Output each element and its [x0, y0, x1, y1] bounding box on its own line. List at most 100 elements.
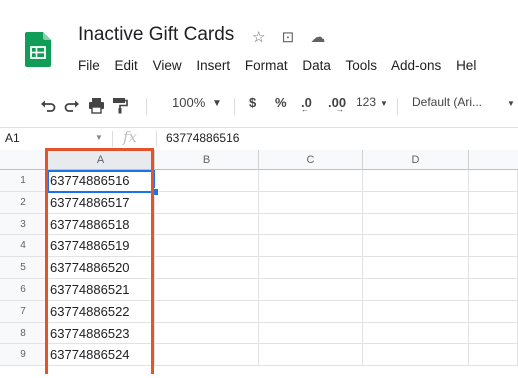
arrow-right-icon: → — [336, 105, 344, 114]
table-cell[interactable] — [363, 300, 469, 323]
table-cell[interactable] — [363, 279, 469, 301]
table-cell[interactable]: 63774886519 — [47, 235, 155, 258]
table-cell[interactable]: 63774886524 — [47, 344, 155, 367]
table-cell[interactable] — [259, 322, 363, 345]
table-cell[interactable]: 63774886520 — [47, 257, 155, 279]
name-box[interactable]: A1 — [5, 131, 20, 145]
star-icon[interactable]: ☆ — [252, 29, 265, 46]
print-icon[interactable] — [88, 97, 105, 114]
table-cell[interactable] — [155, 322, 259, 345]
cloud-status-icon[interactable]: ☁ — [310, 29, 325, 46]
table-cell[interactable] — [155, 279, 259, 301]
menu-view[interactable]: View — [153, 58, 182, 73]
row-header[interactable]: 4 — [0, 235, 47, 258]
active-cell-selection — [47, 170, 155, 193]
move-to-folder-icon[interactable]: ⊡ — [282, 29, 295, 46]
number-format-select[interactable]: 123 — [356, 95, 376, 109]
table-cell[interactable] — [155, 170, 259, 192]
table-cell[interactable] — [259, 279, 363, 301]
column-header-e[interactable] — [469, 150, 518, 170]
table-cell[interactable]: 63774886523 — [47, 322, 155, 345]
table-cell[interactable] — [259, 300, 363, 323]
chevron-down-icon[interactable]: ▼ — [95, 133, 103, 142]
table-cell[interactable] — [469, 279, 518, 301]
toolbar-divider — [146, 98, 147, 115]
spreadsheet-grid: A B C D 1 63774886516 2 63774886517 3 6377488… — [0, 150, 518, 378]
table-cell[interactable]: 63774886522 — [47, 300, 155, 323]
table-cell[interactable] — [155, 344, 259, 367]
table-cell[interactable]: 63774886521 — [47, 279, 155, 301]
table-cell[interactable] — [155, 257, 259, 279]
menu-format[interactable]: Format — [245, 58, 288, 73]
menu-edit[interactable]: Edit — [115, 58, 138, 73]
table-cell[interactable] — [469, 344, 518, 367]
row-header[interactable]: 2 — [0, 191, 47, 214]
table-cell[interactable] — [363, 235, 469, 258]
paint-format-icon[interactable] — [112, 97, 128, 114]
arrow-left-icon: ← — [301, 105, 309, 114]
table-cell[interactable] — [259, 191, 363, 214]
fx-icon: fx — [123, 128, 138, 146]
table-cell[interactable]: 63774886517 — [47, 191, 155, 214]
redo-icon[interactable] — [64, 98, 80, 114]
table-cell[interactable] — [155, 300, 259, 323]
table-cell[interactable] — [469, 235, 518, 258]
menu-help[interactable]: Hel — [456, 58, 476, 73]
row-header[interactable]: 9 — [0, 344, 47, 367]
column-header-a[interactable]: A — [47, 150, 155, 170]
table-cell[interactable] — [469, 300, 518, 323]
table-cell[interactable] — [259, 257, 363, 279]
toolbar-divider — [234, 98, 235, 115]
menu-tools[interactable]: Tools — [345, 58, 377, 73]
divider — [156, 131, 157, 147]
table-cell[interactable] — [155, 213, 259, 236]
font-family-select[interactable]: Default (Ari... — [412, 95, 482, 109]
fill-handle[interactable] — [151, 187, 159, 196]
menu-insert[interactable]: Insert — [196, 58, 230, 73]
zoom-select[interactable]: 100% — [172, 95, 205, 110]
row-header[interactable]: 5 — [0, 257, 47, 279]
row-header[interactable]: 1 — [0, 170, 47, 192]
row-header[interactable]: 8 — [0, 322, 47, 345]
formula-bar: A1 ▼ fx 63774886516 — [0, 127, 518, 151]
table-cell[interactable] — [155, 191, 259, 214]
table-cell[interactable] — [363, 257, 469, 279]
currency-format-button[interactable]: $ — [249, 95, 256, 110]
row-header[interactable]: 7 — [0, 300, 47, 323]
menu-file[interactable]: File — [78, 58, 100, 73]
menu-bar: File Edit View Insert Format Data Tools … — [78, 58, 487, 73]
row-header[interactable]: 3 — [0, 213, 47, 236]
select-all-corner[interactable] — [0, 150, 47, 170]
table-cell[interactable] — [259, 344, 363, 367]
column-header-b[interactable]: B — [155, 150, 259, 170]
table-cell[interactable] — [259, 235, 363, 258]
column-header-c[interactable]: C — [259, 150, 363, 170]
column-header-d[interactable]: D — [363, 150, 469, 170]
table-cell[interactable] — [469, 257, 518, 279]
table-cell[interactable] — [363, 213, 469, 236]
table-cell[interactable] — [155, 235, 259, 258]
undo-icon[interactable] — [40, 98, 56, 114]
google-sheets-logo-icon[interactable] — [25, 32, 51, 67]
document-title[interactable]: Inactive Gift Cards — [78, 24, 234, 46]
table-cell[interactable] — [363, 322, 469, 345]
menu-data[interactable]: Data — [302, 58, 331, 73]
formula-input[interactable]: 63774886516 — [166, 131, 239, 145]
table-cell[interactable] — [469, 213, 518, 236]
row-header[interactable]: 6 — [0, 279, 47, 301]
percent-format-button[interactable]: % — [275, 95, 287, 110]
table-cell[interactable] — [469, 170, 518, 192]
table-cell[interactable] — [363, 191, 469, 214]
table-cell[interactable] — [363, 344, 469, 367]
chevron-down-icon[interactable]: ▼ — [212, 98, 222, 109]
table-cell[interactable] — [363, 170, 469, 192]
table-cell[interactable] — [469, 191, 518, 214]
table-cell[interactable] — [259, 213, 363, 236]
menu-addons[interactable]: Add-ons — [391, 58, 441, 73]
chevron-down-icon[interactable]: ▼ — [507, 99, 515, 108]
table-cell[interactable] — [469, 322, 518, 345]
table-cell[interactable]: 63774886518 — [47, 213, 155, 236]
chevron-down-icon[interactable]: ▼ — [380, 99, 388, 108]
title-actions: ☆ ⊡ ☁ — [252, 28, 337, 46]
table-cell[interactable] — [259, 170, 363, 192]
